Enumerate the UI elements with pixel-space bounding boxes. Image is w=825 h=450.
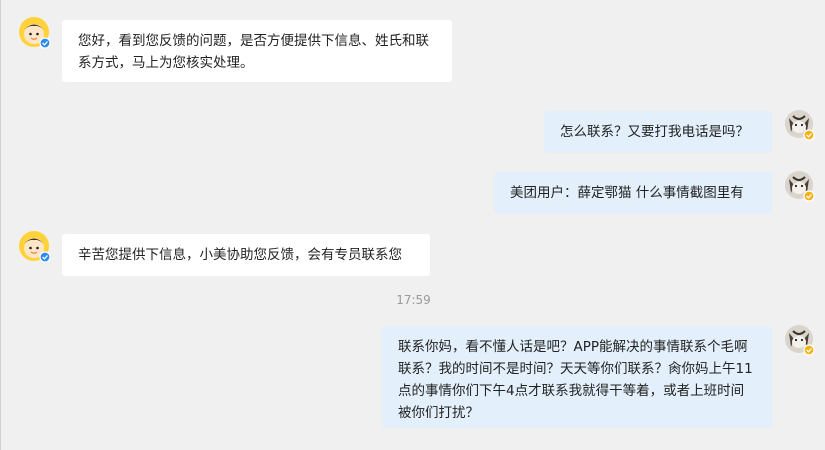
timestamp: 17:59: [396, 293, 431, 307]
message-text: 怎么联系？又要打我电话是吗？: [560, 124, 749, 140]
message-bubble-user: 联系你妈，看不懂人话是吧？APP能解决的事情联系个毛啊联系？我的时间不是时间？天…: [382, 326, 772, 428]
message-text: 美团用户：薛定鄂猫 什么事情截图里有: [510, 185, 744, 201]
user-avatar[interactable]: [785, 325, 815, 356]
agent-avatar-icon: [19, 231, 51, 263]
message-bubble-user: 怎么联系？又要打我电话是吗？: [544, 111, 772, 153]
agent-avatar[interactable]: [19, 231, 51, 263]
user-avatar[interactable]: [785, 110, 815, 141]
chat-window: 您好，看到您反馈的问题，是否方便提供下信息、姓氏和联系方式，马上为您核实处理。 …: [0, 0, 825, 450]
message-text: 辛苦您提供下信息，小美协助您反馈，会有专员联系您: [78, 247, 402, 263]
message-text: 联系你妈，看不懂人话是吧？APP能解决的事情联系个毛啊联系？我的时间不是时间？天…: [398, 339, 753, 421]
message-text: 您好，看到您反馈的问题，是否方便提供下信息、姓氏和联系方式，马上为您核实处理。: [78, 33, 429, 71]
cat-avatar-icon: [785, 325, 815, 356]
cat-avatar-icon: [785, 110, 815, 141]
message-bubble-agent: 辛苦您提供下信息，小美协助您反馈，会有专员联系您: [62, 234, 430, 276]
message-bubble-user: 美团用户：薛定鄂猫 什么事情截图里有: [494, 172, 772, 214]
cat-avatar-icon: [785, 171, 815, 202]
message-bubble-agent: 您好，看到您反馈的问题，是否方便提供下信息、姓氏和联系方式，马上为您核实处理。: [62, 20, 452, 82]
agent-avatar-icon: [19, 17, 51, 49]
agent-avatar[interactable]: [19, 17, 51, 49]
user-avatar[interactable]: [785, 171, 815, 202]
